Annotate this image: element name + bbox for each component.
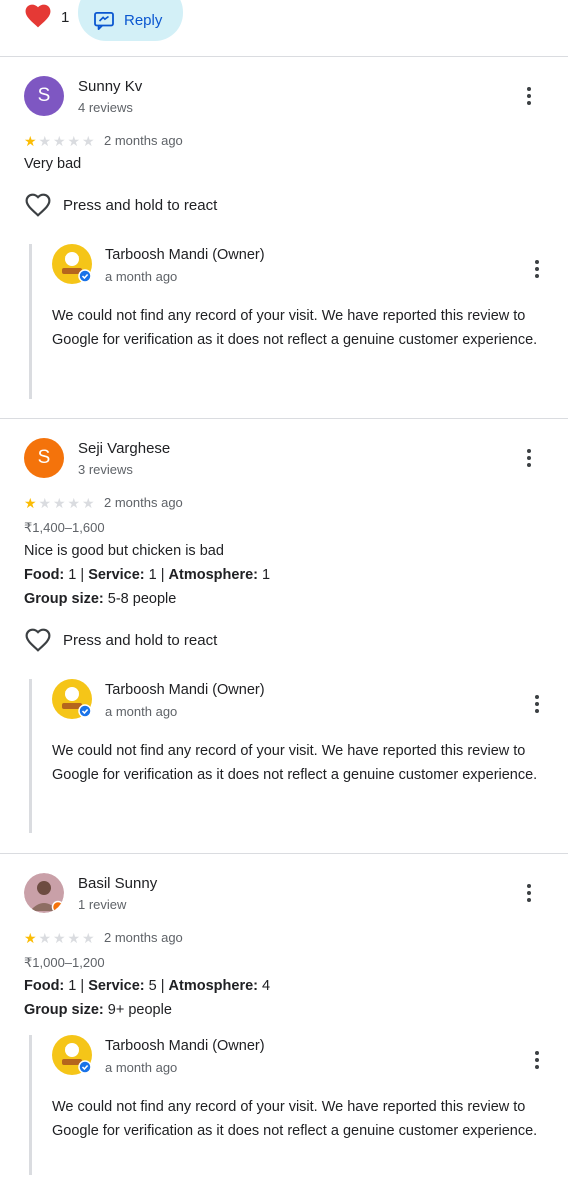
service-label: Service: xyxy=(88,978,145,994)
owner-response-time: a month ago xyxy=(105,704,178,719)
star-icon: ★ xyxy=(38,495,52,511)
star-icon: ★ xyxy=(82,930,95,946)
price-range: ₹1,400–1,600 xyxy=(24,520,105,535)
star-icon: ★ xyxy=(53,930,66,946)
star-icon: ★ xyxy=(38,133,52,149)
star-icon: ★ xyxy=(53,133,66,149)
atmosphere-value: 4 xyxy=(257,978,271,994)
react-label: Press and hold to react xyxy=(63,196,218,214)
reviewer-name[interactable]: Seji Varghese xyxy=(78,440,170,457)
avatar[interactable] xyxy=(24,873,64,913)
service-value: 5 | xyxy=(144,978,169,994)
more-options-icon[interactable] xyxy=(517,881,541,905)
star-rating: ★ ★ ★ ★ ★ xyxy=(24,496,97,510)
star-icon: ★ xyxy=(82,133,95,149)
star-icon: ★ xyxy=(67,930,81,946)
star-rating: ★ ★ ★ ★ ★ xyxy=(24,134,97,148)
review-card: S Seji Varghese 3 reviews ★ ★ ★ ★ ★ 2 months… xyxy=(0,419,568,854)
owner-name: Tarboosh Mandi (Owner) xyxy=(105,247,265,263)
food-label: Food: xyxy=(24,978,65,994)
owner-response: Tarboosh Mandi (Owner) a month ago We co… xyxy=(29,1035,568,1175)
review-ratings-line: Food: 1 | Service: 5 | Atmosphere: 4 xyxy=(24,978,270,994)
react-button[interactable]: Press and hold to react xyxy=(25,628,217,652)
more-options-icon[interactable] xyxy=(517,446,541,470)
reviewer-name[interactable]: Sunny Kv xyxy=(78,78,142,95)
group-size-label: Group size: xyxy=(24,1002,104,1018)
verified-badge-icon xyxy=(78,1060,92,1074)
price-range: ₹1,000–1,200 xyxy=(24,955,105,970)
review-count: 4 reviews xyxy=(78,100,133,115)
owner-response-time: a month ago xyxy=(105,1060,178,1075)
star-icon: ★ xyxy=(67,133,81,149)
review-card: Basil Sunny 1 review ★ ★ ★ ★ ★ 2 months ago … xyxy=(0,854,568,1200)
owner-response-text: We could not find any record of your vis… xyxy=(52,308,538,348)
food-value: 1 | xyxy=(64,567,89,583)
verified-badge-icon xyxy=(78,704,92,718)
star-icon: ★ xyxy=(38,930,52,946)
group-size-line: Group size: 5-8 people xyxy=(24,591,176,607)
group-size-value: 9+ people xyxy=(103,1002,172,1018)
review-text: Very bad xyxy=(24,156,82,172)
owner-response: Tarboosh Mandi (Owner) a month ago We co… xyxy=(29,679,568,833)
group-size-label: Group size: xyxy=(24,591,104,607)
owner-more-options-icon[interactable] xyxy=(525,257,549,281)
star-rating: ★ ★ ★ ★ ★ xyxy=(24,931,97,945)
star-icon: ★ xyxy=(24,133,37,149)
atmosphere-label: Atmosphere: xyxy=(168,567,258,583)
owner-name: Tarboosh Mandi (Owner) xyxy=(105,682,265,698)
review-time: 2 months ago xyxy=(104,495,183,510)
review-time: 2 months ago xyxy=(104,133,183,148)
react-label: Press and hold to react xyxy=(63,631,218,649)
restaurant-logo xyxy=(52,679,92,719)
restaurant-logo xyxy=(52,1035,92,1075)
service-label: Service: xyxy=(88,567,145,583)
review-card: S Sunny Kv 4 reviews ★ ★ ★ ★ ★ 2 months ago … xyxy=(0,57,568,419)
star-icon: ★ xyxy=(53,495,66,511)
reviewer-name[interactable]: Basil Sunny xyxy=(78,875,157,892)
top-reaction-bar: 1 Reply xyxy=(0,0,568,57)
restaurant-logo xyxy=(52,244,92,284)
reaction-count: 1 xyxy=(61,9,70,26)
avatar[interactable]: S xyxy=(24,76,64,116)
owner-more-options-icon[interactable] xyxy=(525,1048,549,1072)
group-size-line: Group size: 9+ people xyxy=(24,1002,172,1018)
reply-label: Reply xyxy=(124,12,163,29)
star-icon: ★ xyxy=(24,930,37,946)
star-icon: ★ xyxy=(67,495,81,511)
more-options-icon[interactable] xyxy=(517,84,541,108)
owner-name: Tarboosh Mandi (Owner) xyxy=(105,1038,265,1054)
owner-response: Tarboosh Mandi (Owner) a month ago We co… xyxy=(29,244,568,399)
react-button[interactable]: Press and hold to react xyxy=(25,193,217,217)
local-guide-badge-icon xyxy=(51,900,64,913)
review-text: Nice is good but chicken is bad xyxy=(24,543,224,559)
avatar[interactable]: S xyxy=(24,438,64,478)
atmosphere-value: 1 xyxy=(257,567,271,583)
review-count: 1 review xyxy=(78,897,127,912)
service-value: 1 | xyxy=(144,567,169,583)
heart-outline-icon xyxy=(25,628,51,652)
heart-outline-icon xyxy=(25,193,51,217)
owner-response-text: We could not find any record of your vis… xyxy=(52,743,538,783)
review-ratings-line: Food: 1 | Service: 1 | Atmosphere: 1 xyxy=(24,567,270,583)
group-size-value: 5-8 people xyxy=(103,591,177,607)
reply-button[interactable]: Reply xyxy=(78,0,183,41)
heart-icon[interactable] xyxy=(25,4,51,28)
star-icon: ★ xyxy=(24,495,37,511)
verified-badge-icon xyxy=(78,269,92,283)
reply-icon xyxy=(94,11,114,30)
owner-response-time: a month ago xyxy=(105,269,178,284)
review-count: 3 reviews xyxy=(78,462,133,477)
owner-response-text: We could not find any record of your vis… xyxy=(52,1099,538,1139)
atmosphere-label: Atmosphere: xyxy=(168,978,258,994)
star-icon: ★ xyxy=(82,495,95,511)
food-label: Food: xyxy=(24,567,65,583)
review-time: 2 months ago xyxy=(104,930,183,945)
owner-more-options-icon[interactable] xyxy=(525,692,549,716)
food-value: 1 | xyxy=(64,978,89,994)
